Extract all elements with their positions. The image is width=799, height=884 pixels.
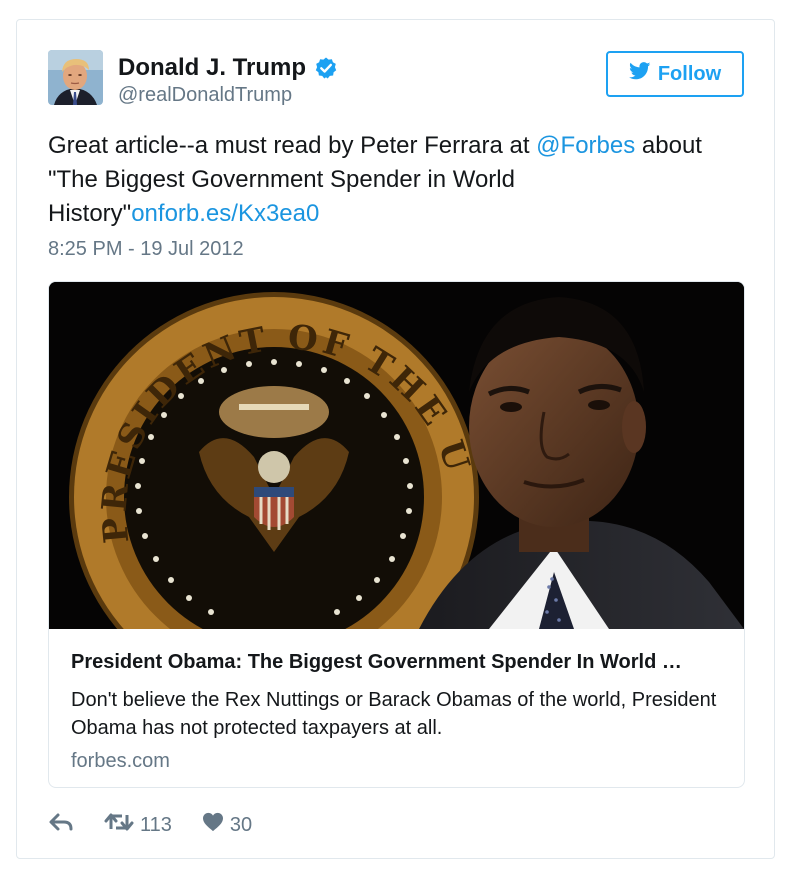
twitter-bird-icon bbox=[628, 62, 651, 86]
tweet-text: Great article--a must read by Peter Ferr… bbox=[48, 129, 748, 231]
like-count: 30 bbox=[229, 813, 253, 836]
reply-button[interactable] bbox=[48, 812, 74, 838]
card-title[interactable]: President Obama: The Biggest Government … bbox=[71, 651, 731, 674]
like-button[interactable]: 30 bbox=[202, 812, 252, 838]
link-preview-card[interactable]: PRESIDENT OF THE UNITED STATES bbox=[48, 281, 745, 788]
avatar-image bbox=[48, 50, 103, 105]
mention-link[interactable]: @Forbes bbox=[536, 132, 635, 159]
follow-button-label: Follow bbox=[657, 62, 722, 85]
tweet-card: Donald J. Trump @realDonaldTrump Follow … bbox=[16, 19, 775, 859]
card-image: PRESIDENT OF THE UNITED STATES bbox=[49, 282, 744, 629]
author-avatar[interactable] bbox=[48, 50, 103, 105]
card-domain: forbes.com bbox=[71, 750, 170, 772]
author-display-name[interactable]: Donald J. Trump bbox=[118, 54, 338, 82]
tweet-text-before: Great article--a must read by Peter Ferr… bbox=[48, 132, 537, 159]
retweet-count: 113 bbox=[140, 813, 172, 836]
author-name-text: Donald J. Trump bbox=[118, 54, 307, 81]
follow-button[interactable]: Follow bbox=[606, 51, 744, 97]
heart-icon bbox=[202, 812, 224, 838]
verified-badge-icon bbox=[314, 56, 338, 80]
author-handle[interactable]: @realDonaldTrump bbox=[118, 84, 292, 107]
tweet-timestamp[interactable]: 8:25 PM - 19 Jul 2012 bbox=[48, 238, 244, 261]
card-body: President Obama: The Biggest Government … bbox=[71, 651, 731, 773]
reply-icon bbox=[48, 812, 74, 838]
short-url-link[interactable]: onforb.es/Kx3ea0 bbox=[131, 200, 319, 227]
card-description: Don't believe the Rex Nuttings or Barack… bbox=[71, 689, 717, 739]
retweet-button[interactable]: 113 bbox=[104, 811, 172, 839]
retweet-icon bbox=[104, 811, 134, 839]
tweet-actions: 113 30 bbox=[48, 810, 252, 840]
